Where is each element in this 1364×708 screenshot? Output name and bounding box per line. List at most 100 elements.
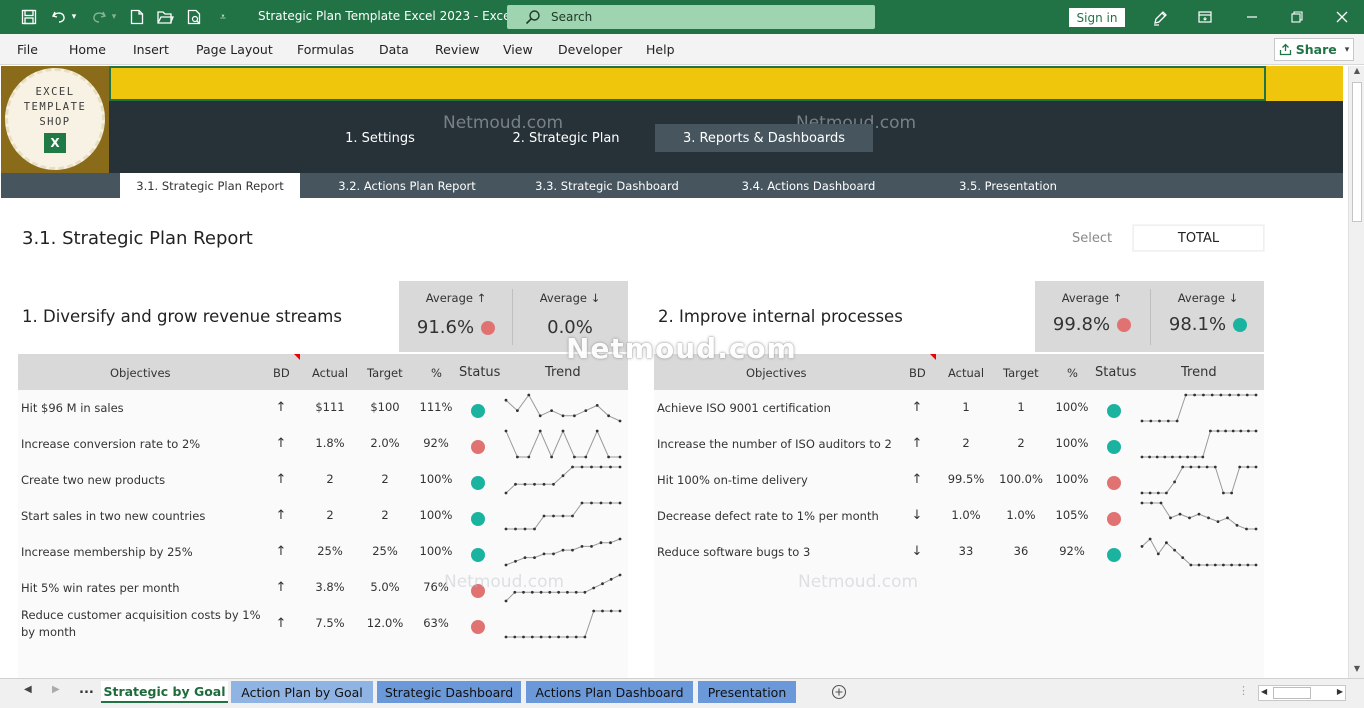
save-icon[interactable] [16, 0, 42, 34]
add-sheet-icon[interactable] [831, 684, 847, 700]
goal-title: 2. Improve internal processes [658, 307, 903, 326]
vertical-scrollbar[interactable]: ▲ ▼ [1348, 66, 1364, 678]
tab-scroll-left-icon[interactable]: ◀ [24, 684, 32, 695]
customize-toolbar-icon[interactable]: ⩡ [210, 0, 236, 34]
selected-cell-range[interactable] [109, 66, 1266, 101]
trend-point [1254, 465, 1258, 469]
subnav-actions-plan-report[interactable]: 3.2. Actions Plan Report [327, 173, 487, 198]
menu-file[interactable]: File [17, 42, 38, 57]
trend-point [618, 573, 622, 577]
minimize-icon[interactable] [1232, 0, 1272, 34]
scroll-down-icon[interactable]: ▼ [1349, 664, 1364, 678]
trend-line [1142, 394, 1256, 422]
nav-strategic-plan[interactable]: 2. Strategic Plan [505, 124, 627, 152]
trend-point [1238, 563, 1242, 567]
nav-settings[interactable]: 1. Settings [321, 124, 439, 152]
header-objectives: Objectives [746, 366, 807, 380]
tab-scroll-right-icon[interactable]: ▶ [52, 684, 60, 695]
print-preview-icon[interactable] [181, 0, 207, 34]
subnav-strategic-dashboard[interactable]: 3.3. Strategic Dashboard [526, 173, 688, 198]
trend-point [1228, 393, 1232, 397]
hscroll-thumb[interactable] [1273, 687, 1311, 699]
trend-point [609, 541, 612, 545]
subnav-presentation[interactable]: 3.5. Presentation [949, 173, 1067, 198]
status-dot-red [1117, 318, 1132, 332]
target-cell: 100.0% [999, 472, 1043, 486]
menu-help[interactable]: Help [646, 42, 675, 57]
undo-dropdown-icon[interactable]: ▾ [68, 0, 80, 34]
percent-cell: 100% [419, 508, 453, 522]
comment-indicator[interactable] [294, 354, 300, 360]
hscroll-left-icon[interactable]: ◀ [1261, 687, 1267, 696]
sheet-tab-presentation[interactable]: Presentation [698, 681, 796, 703]
trend-point [595, 429, 599, 433]
subnav-strategic-plan-report[interactable]: 3.1. Strategic Plan Report [120, 173, 300, 198]
watermark: Netmoud.com [444, 572, 565, 592]
trend-point [609, 465, 612, 469]
tab-split-handle-icon[interactable]: ⋮ [1238, 684, 1249, 697]
select-dropdown[interactable]: TOTAL [1133, 225, 1264, 251]
status-dot-red [481, 321, 496, 335]
trend-sparkline [1140, 501, 1258, 531]
trend-point [1140, 419, 1144, 423]
trend-line [506, 610, 620, 638]
subnav-actions-dashboard[interactable]: 3.4. Actions Dashboard [731, 173, 886, 198]
nav-reports-dashboards[interactable]: 3. Reports & Dashboards [655, 124, 873, 152]
worksheet[interactable]: EXCEL TEMPLATE SHOP X Netmoud.com Netmou… [0, 66, 1348, 678]
target-cell: 12.0% [366, 616, 404, 630]
scroll-thumb[interactable] [1352, 82, 1362, 222]
trend-point [1166, 419, 1170, 423]
trend-point [1254, 563, 1258, 567]
trend-point [1178, 455, 1182, 459]
trend-point [1213, 563, 1217, 567]
more-sheets-button[interactable]: ... [79, 682, 94, 697]
open-folder-icon[interactable] [152, 0, 178, 34]
header-pct: % [431, 366, 442, 380]
share-dropdown-icon[interactable]: ▾ [1345, 45, 1350, 55]
header-trend: Trend [1181, 365, 1217, 380]
objective-cell: Decrease defect rate to 1% per month [657, 509, 879, 523]
ribbon-display-options-icon[interactable] [1185, 0, 1225, 34]
objectives-table: Objectives BD Actual Target % Status Tre… [654, 354, 1264, 678]
search-box[interactable]: Search [507, 5, 875, 29]
trend-point [1254, 429, 1258, 433]
trend-point [552, 514, 555, 518]
menu-review[interactable]: Review [435, 42, 480, 57]
comment-indicator[interactable] [930, 354, 936, 360]
table-row: Hit $96 M in sales ↑ $111 $100 111% [18, 390, 628, 426]
menu-insert[interactable]: Insert [133, 42, 169, 57]
objective-cell: Hit $96 M in sales [21, 401, 124, 415]
menu-view[interactable]: View [503, 42, 533, 57]
menu-formulas[interactable]: Formulas [297, 42, 354, 57]
hscroll-right-icon[interactable]: ▶ [1337, 687, 1343, 696]
trend-point [542, 482, 546, 486]
close-icon[interactable] [1322, 0, 1362, 34]
menu-data[interactable]: Data [379, 42, 409, 57]
logo-line-2: TEMPLATE [23, 101, 87, 113]
trend-point [607, 455, 610, 459]
menu-page-layout[interactable]: Page Layout [196, 42, 273, 57]
restore-icon[interactable] [1277, 0, 1317, 34]
new-file-icon[interactable] [124, 0, 150, 34]
header-status: Status [459, 365, 501, 380]
redo-dropdown-icon[interactable]: ▾ [108, 0, 120, 34]
share-button[interactable]: Share ▾ [1274, 38, 1354, 61]
sheet-tab-actions-plan-dashboard[interactable]: Actions Plan Dashboard [526, 681, 693, 703]
trend-point [538, 429, 542, 433]
menu-home[interactable]: Home [69, 42, 106, 57]
horizontal-scrollbar[interactable]: ◀ ▶ [1258, 685, 1346, 701]
sheet-tab-action-plan-by-goal[interactable]: Action Plan by Goal [231, 681, 373, 703]
trend-point [601, 582, 604, 586]
trend-line [505, 538, 621, 566]
trend-point [552, 552, 555, 556]
trend-point [514, 559, 517, 563]
pen-icon[interactable] [1140, 0, 1180, 34]
menu-developer[interactable]: Developer [558, 42, 622, 57]
goal-title: 1. Diversify and grow revenue streams [22, 307, 342, 326]
sheet-tab-strategic-dashboard[interactable]: Strategic Dashboard [377, 681, 521, 703]
objective-cell: Achieve ISO 9001 certification [657, 401, 831, 415]
scroll-up-icon[interactable]: ▲ [1349, 66, 1364, 80]
sheet-tab-strategic-by-goal[interactable]: Strategic by Goal [101, 681, 228, 703]
sign-in-button[interactable]: Sign in [1069, 8, 1125, 27]
trend-point [1156, 491, 1160, 495]
